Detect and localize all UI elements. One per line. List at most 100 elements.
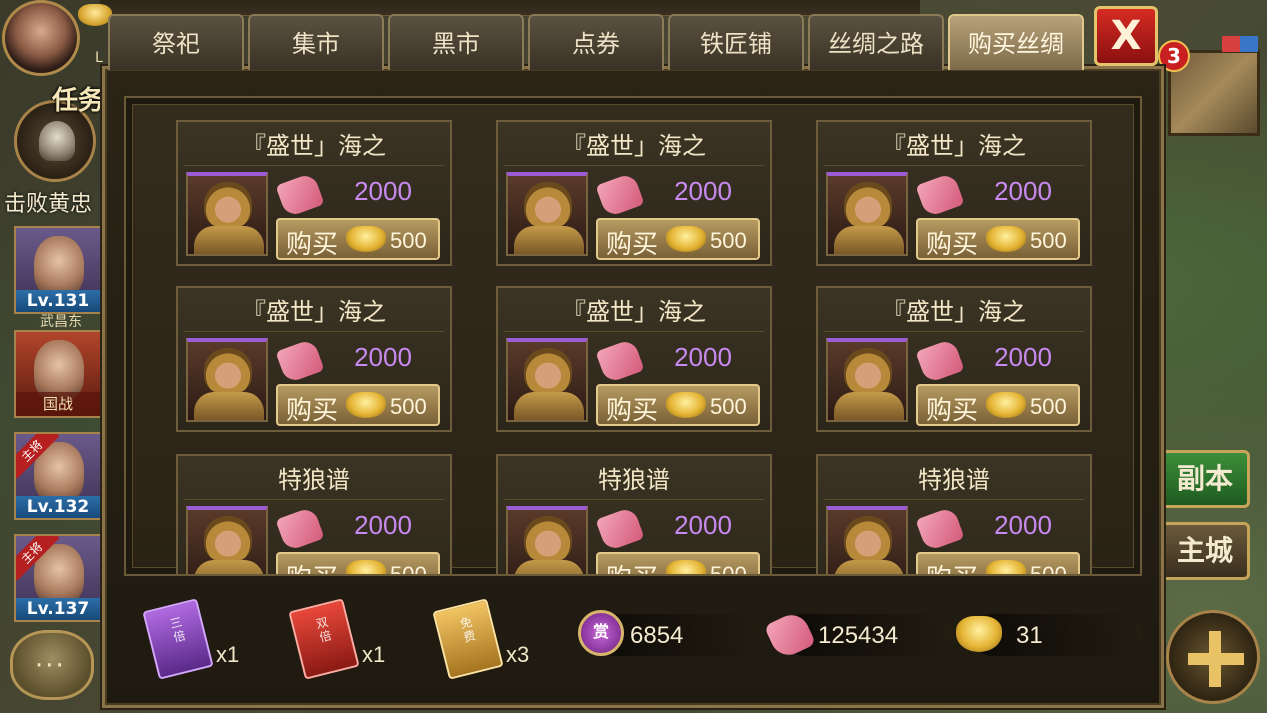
shop-item-card: 『盛世」海之 2000 购买 500 bbox=[176, 286, 452, 432]
item-portrait bbox=[506, 338, 588, 422]
buy-label: 购买 bbox=[926, 396, 979, 426]
general-head-icon bbox=[844, 516, 892, 562]
buy-button[interactable]: 购买 500 bbox=[916, 218, 1080, 260]
flag-icon bbox=[1222, 36, 1258, 52]
buy-label: 购买 bbox=[286, 396, 339, 426]
general-armor-icon bbox=[194, 226, 264, 254]
item-silk-price: 2000 bbox=[354, 510, 412, 540]
buy-button[interactable]: 购买 500 bbox=[596, 218, 760, 260]
chat-button[interactable]: ··· bbox=[10, 630, 94, 700]
item-name: 『盛世」海之 bbox=[824, 126, 1084, 166]
buy-button[interactable]: 购买 500 bbox=[276, 384, 440, 426]
general-head-icon bbox=[844, 182, 892, 228]
silk-value: 125434 bbox=[818, 622, 899, 649]
tab-coupons[interactable]: 点券 bbox=[528, 14, 664, 70]
buy-button[interactable]: 购买 500 bbox=[916, 552, 1080, 576]
main-city-button[interactable]: 主城 bbox=[1160, 522, 1250, 580]
silk-icon bbox=[915, 338, 965, 384]
buy-cost: 500 bbox=[710, 394, 747, 419]
shop-item-card: 特狼谱 2000 购买 500 bbox=[176, 454, 452, 576]
buy-label: 购买 bbox=[926, 558, 978, 574]
buy-button[interactable]: 购买 500 bbox=[596, 552, 760, 576]
shop-item-card: 『盛世」海之 2000 购买 500 bbox=[816, 120, 1092, 266]
item-portrait bbox=[506, 172, 588, 256]
hero-level: Lv.131 bbox=[16, 290, 100, 312]
plus-icon[interactable] bbox=[1166, 610, 1260, 704]
dungeon-button[interactable]: 副本 bbox=[1160, 450, 1250, 508]
task-label: 任务 bbox=[52, 86, 105, 116]
silk-icon bbox=[915, 506, 965, 552]
item-name: 『盛世」海之 bbox=[504, 126, 764, 166]
general-armor-icon bbox=[834, 560, 904, 574]
gold-ingot-icon bbox=[986, 560, 1026, 574]
hero-level: Lv.132 bbox=[16, 496, 100, 518]
player-level-label: L bbox=[95, 50, 103, 66]
item-portrait bbox=[826, 506, 908, 574]
gold-ingot-icon bbox=[986, 392, 1026, 418]
general-armor-icon bbox=[514, 392, 584, 420]
quest-text: 击败黄忠 bbox=[4, 192, 93, 217]
hero-card-2[interactable]: 国战 bbox=[14, 330, 102, 418]
gold-ingot-icon bbox=[78, 4, 112, 26]
hero-card-4[interactable]: 主将 Lv.137 bbox=[14, 534, 102, 622]
chat-bubble-icon: ··· bbox=[35, 651, 66, 681]
general-head-icon bbox=[524, 182, 572, 228]
item-name: 『盛世」海之 bbox=[184, 292, 444, 332]
gold-ingot-icon bbox=[956, 616, 1002, 652]
double-book-icon[interactable]: 双倍 bbox=[288, 598, 360, 680]
item-portrait bbox=[506, 506, 588, 574]
hero-caption: 国战 bbox=[16, 392, 100, 416]
buy-cost: 500 bbox=[1030, 562, 1067, 576]
item-silk-price: 2000 bbox=[674, 176, 732, 206]
item-name: 特狼谱 bbox=[504, 460, 764, 500]
silk-icon bbox=[275, 338, 325, 384]
general-head-icon bbox=[204, 348, 252, 394]
silk-icon bbox=[595, 338, 645, 384]
resource-bar: 三倍 x1 双倍 x1 免费 x3 赏 6854 125434 31 bbox=[124, 580, 1142, 700]
item-list-panel[interactable]: 『盛世」海之 2000 购买 500 『盛世」海之 2000 购买 500 『盛世」海之 2000… bbox=[124, 96, 1142, 576]
tab-market[interactable]: 集市 bbox=[248, 14, 384, 70]
item-grid: 『盛世」海之 2000 购买 500 『盛世」海之 2000 购买 500 『盛世」海之 2000… bbox=[176, 120, 1096, 576]
buy-label: 购买 bbox=[286, 230, 339, 260]
tab-silk-road[interactable]: 丝绸之路 bbox=[808, 14, 944, 70]
hero-card-1[interactable]: Lv.131 bbox=[14, 226, 102, 314]
general-armor-icon bbox=[194, 560, 264, 574]
shop-item-card: 『盛世」海之 2000 购买 500 bbox=[496, 286, 772, 432]
general-armor-icon bbox=[514, 226, 584, 254]
buy-button[interactable]: 购买 500 bbox=[596, 384, 760, 426]
item-name: 特狼谱 bbox=[824, 460, 1084, 500]
buy-button[interactable]: 购买 500 bbox=[916, 384, 1080, 426]
general-armor-icon bbox=[514, 560, 584, 574]
reward-icon: 赏 bbox=[578, 610, 624, 656]
buy-label: 购买 bbox=[926, 230, 979, 260]
item-name: 『盛世」海之 bbox=[184, 126, 444, 166]
buy-cost: 500 bbox=[390, 394, 427, 419]
tab-buy-silk[interactable]: 购买丝绸 bbox=[948, 14, 1084, 70]
item-silk-price: 2000 bbox=[994, 176, 1052, 206]
reward-value: 6854 bbox=[630, 622, 684, 649]
item-portrait bbox=[186, 172, 268, 256]
buy-button[interactable]: 购买 500 bbox=[276, 552, 440, 576]
double-book-count: x1 bbox=[362, 642, 386, 667]
general-head-icon bbox=[204, 182, 252, 228]
player-avatar[interactable] bbox=[2, 0, 80, 76]
general-armor-icon bbox=[194, 392, 264, 420]
general-head-icon bbox=[204, 516, 252, 562]
buy-cost: 500 bbox=[390, 562, 427, 576]
buy-label: 购买 bbox=[606, 230, 659, 260]
close-button[interactable]: X bbox=[1094, 6, 1158, 66]
general-head-icon bbox=[524, 516, 572, 562]
buy-cost: 500 bbox=[710, 562, 747, 576]
item-silk-price: 2000 bbox=[354, 342, 412, 372]
item-silk-price: 2000 bbox=[674, 342, 732, 372]
tab-sacrifice[interactable]: 祭祀 bbox=[108, 14, 244, 70]
tab-black-market[interactable]: 黑市 bbox=[388, 14, 524, 70]
gold-ingot-icon bbox=[666, 392, 706, 418]
buy-label: 购买 bbox=[606, 396, 659, 426]
hero-card-3[interactable]: 主将 Lv.132 bbox=[14, 432, 102, 520]
triple-book-icon[interactable]: 三倍 bbox=[142, 598, 214, 680]
tab-blacksmith[interactable]: 铁匠铺 bbox=[668, 14, 804, 70]
buy-button[interactable]: 购买 500 bbox=[276, 218, 440, 260]
free-book-icon[interactable]: 免费 bbox=[432, 598, 504, 680]
gold-ingot-icon bbox=[666, 226, 706, 252]
